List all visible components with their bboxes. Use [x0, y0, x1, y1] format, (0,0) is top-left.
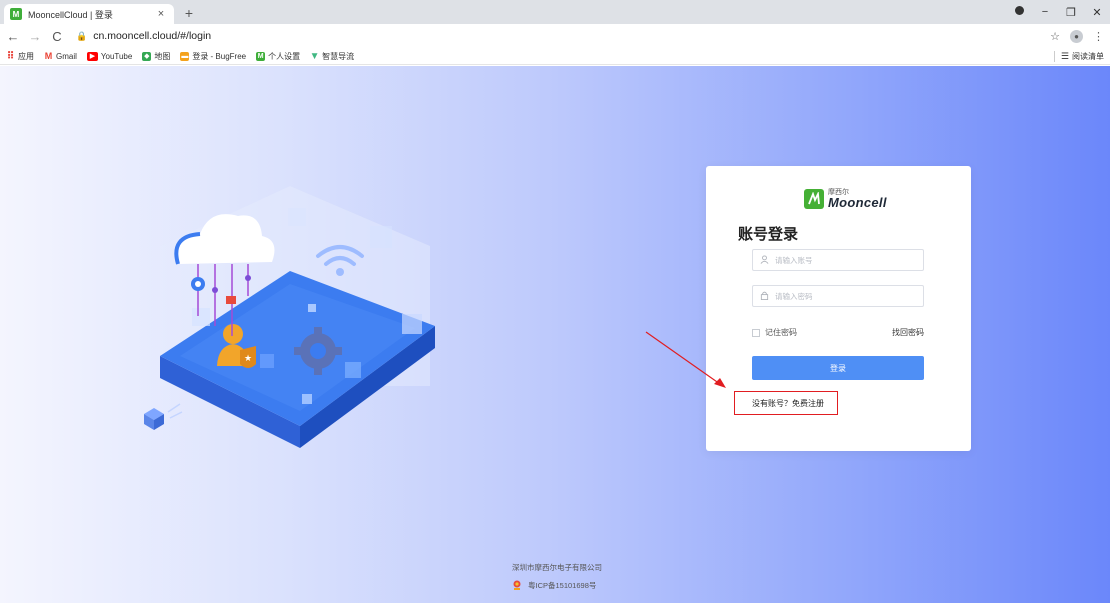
reload-button[interactable]: C: [48, 29, 66, 44]
bookmark-star-icon[interactable]: ☆: [1050, 30, 1060, 43]
user-icon: [759, 254, 769, 266]
minimize-button[interactable]: −: [1032, 6, 1058, 18]
bookmark-label: YouTube: [100, 51, 133, 61]
forward-button[interactable]: →: [26, 29, 44, 44]
lock-icon: [759, 291, 769, 302]
account-input[interactable]: [775, 255, 915, 265]
login-button[interactable]: 登录: [752, 356, 924, 380]
login-page: ★ 摩西尔 Mooncell 账号登录 请输入账号 记住密码 找回密码 登录 没…: [0, 66, 1110, 603]
bookmark-apps[interactable]: ⠿ 应用: [6, 51, 34, 62]
account-field[interactable]: [752, 249, 924, 271]
new-tab-button[interactable]: +: [181, 5, 197, 21]
bookmark-label: Gmail: [56, 51, 77, 61]
password-field[interactable]: [752, 285, 924, 307]
cloud-platform-illustration: ★: [144, 186, 435, 448]
mooncell-logo: 摩西尔 Mooncell: [804, 189, 887, 209]
annotation-arrow-icon: [645, 331, 726, 388]
bugfree-icon: ▬: [180, 51, 190, 61]
logo-english-text: Mooncell: [828, 195, 887, 210]
youtube-icon: ▶: [86, 51, 98, 61]
tab-close-icon[interactable]: ×: [154, 8, 168, 20]
mooncell-favicon-icon: M: [10, 8, 22, 20]
bookmark-label: 地图: [154, 51, 171, 61]
bookmark-gmail[interactable]: M Gmail: [44, 51, 77, 61]
maps-icon: ◆: [142, 51, 152, 61]
reading-list-label: 阅读清单: [1072, 52, 1104, 61]
browser-tab-strip: M MooncellCloud | 登录 × + − ❐ ✕: [0, 0, 1110, 24]
login-card: 摩西尔 Mooncell 账号登录 记住密码 找回密码 登录 没有账号？免费注册: [706, 166, 971, 451]
profile-icon[interactable]: [1006, 6, 1032, 18]
svg-text:★: ★: [244, 354, 252, 364]
remember-label: 记住密码: [765, 328, 797, 337]
bookmark-personal-settings[interactable]: M 个人设置: [256, 51, 300, 62]
police-badge-icon: [513, 580, 521, 590]
checkbox-icon[interactable]: [752, 328, 760, 337]
restore-button[interactable]: ❐: [1058, 6, 1084, 19]
page-title: 账号登录: [738, 226, 799, 243]
bookmark-smart-guide[interactable]: ▼ 智慧导流: [310, 51, 354, 62]
close-window-button[interactable]: ✕: [1084, 6, 1110, 19]
bookmark-label: 登录 - BugFree: [192, 51, 247, 61]
tab-title: MooncellCloud | 登录: [28, 9, 113, 20]
icp-number: 粤ICP备15101698号: [528, 581, 597, 590]
bookmark-bugfree[interactable]: ▬ 登录 - BugFree: [180, 51, 246, 62]
mooncell-logo-icon: [804, 189, 824, 209]
window-controls: − ❐ ✕: [1006, 0, 1110, 24]
register-link[interactable]: 没有账号？免费注册: [734, 391, 838, 415]
url-field[interactable]: 🔒 cn.mooncell.cloud/#/login: [76, 30, 211, 42]
url-text: cn.mooncell.cloud/#/login: [93, 30, 212, 42]
vue-icon: ▼: [309, 50, 320, 62]
bookmark-label: 个人设置: [268, 51, 301, 61]
reading-list[interactable]: ☰ 阅读清单: [1053, 48, 1104, 65]
address-bar: ← → C 🔒 cn.mooncell.cloud/#/login ☆ ● ⋮: [0, 24, 1110, 48]
browser-tab[interactable]: M MooncellCloud | 登录 ×: [4, 4, 174, 24]
bookmark-label: 智慧导流: [322, 51, 355, 61]
password-input[interactable]: [775, 291, 915, 301]
lock-icon: 🔒: [76, 30, 88, 41]
bookmark-label: 应用: [18, 51, 34, 61]
footer-icp[interactable]: 粤ICP备15101698号: [512, 580, 596, 591]
mooncell-icon: M: [256, 51, 266, 61]
apps-grid-icon: ⠿: [6, 50, 15, 62]
bookmarks-bar: ⠿ 应用 M Gmail ▶ YouTube ◆ 地图 ▬ 登录 - BugFr…: [0, 48, 1110, 65]
back-button[interactable]: ←: [4, 29, 22, 44]
footer-company: 深圳市摩西尔电子有限公司: [512, 563, 602, 572]
bookmark-youtube[interactable]: ▶ YouTube: [86, 51, 133, 61]
gmail-icon: M: [44, 51, 53, 61]
forgot-password-link[interactable]: 找回密码: [892, 327, 924, 338]
remember-password-checkbox[interactable]: 记住密码: [752, 327, 797, 338]
account-avatar-icon[interactable]: ●: [1070, 29, 1083, 43]
reading-list-icon: ☰: [1060, 51, 1069, 61]
bookmark-maps[interactable]: ◆ 地图: [142, 51, 170, 62]
browser-menu-icon[interactable]: ⋮: [1093, 30, 1104, 43]
